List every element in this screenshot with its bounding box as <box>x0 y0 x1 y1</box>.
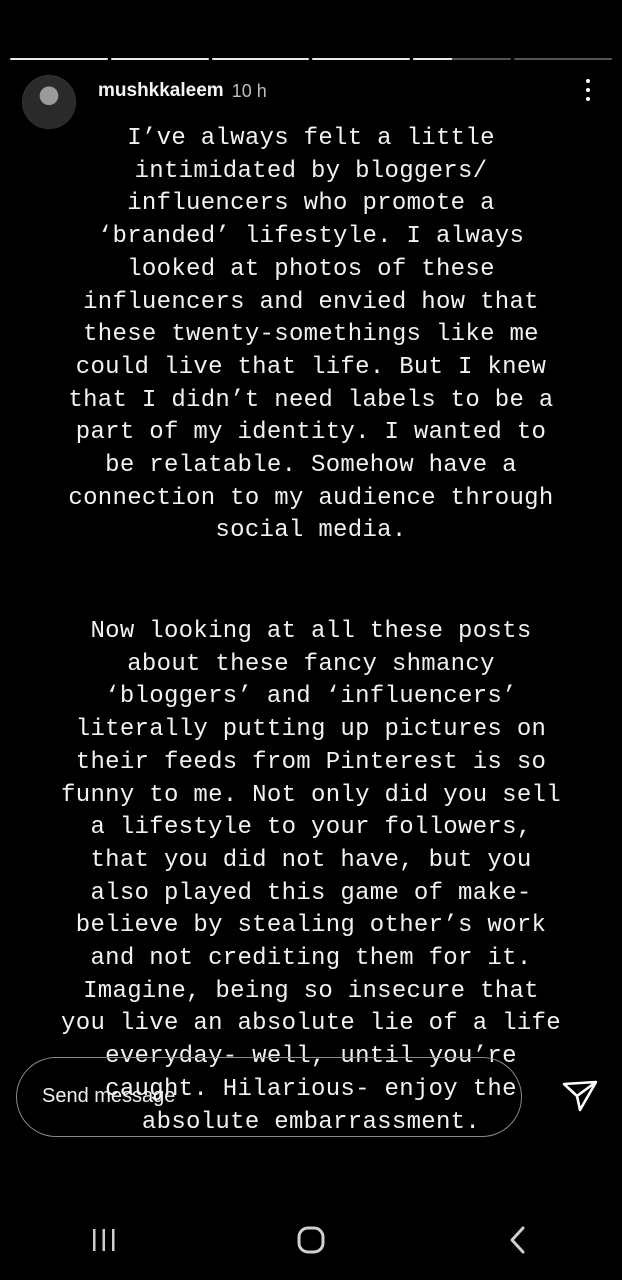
story-text-line: a lifestyle to your followers, <box>90 814 532 842</box>
story-text-line: also played this game of make- <box>90 879 532 907</box>
send-icon[interactable] <box>560 1076 600 1116</box>
story-text-line: ‘branded’ lifestyle. I always <box>97 223 525 251</box>
recent-apps-icon[interactable] <box>74 1220 134 1260</box>
story-text-line: could live that life. But I knew <box>75 353 547 381</box>
story-text-paragraph-1: I’ve always felt a little intimidated by … <box>0 123 622 548</box>
story-text-line: connection to my audience through <box>68 484 554 512</box>
story-text-line: influencers and envied how that <box>83 288 539 316</box>
story-timestamp: 10 h <box>231 80 267 101</box>
story-text-line: their feeds from Pinterest is so <box>75 748 547 776</box>
story-text-line: and not crediting them for it. <box>90 945 532 973</box>
story-text-line: looked at photos of these <box>127 255 495 283</box>
story-text-line: intimidated by bloggers/ <box>134 157 488 185</box>
story-text-line: Imagine, being so insecure that <box>83 977 539 1005</box>
home-icon[interactable] <box>281 1220 341 1260</box>
story-text-line: that you did not have, but you <box>90 846 532 874</box>
story-text-line: literally putting up pictures on <box>75 716 547 744</box>
story-text-line: ‘bloggers’ and ‘influencers’ <box>105 683 517 711</box>
story-text-line: part of my identity. I wanted to <box>75 419 547 447</box>
story-text-line: these twenty-somethings like me <box>83 321 539 349</box>
story-text-line: be relatable. Somehow have a <box>105 452 517 480</box>
story-header: mushkkaleem 10 h <box>22 75 600 130</box>
story-progress-segment <box>312 58 411 60</box>
more-vertical-icon[interactable] <box>576 72 600 108</box>
username[interactable]: mushkkaleem <box>98 80 224 102</box>
story-text-line: funny to me. Not only did you sell <box>61 781 561 809</box>
story-progress-segment <box>10 58 108 60</box>
send-message-placeholder: Send message <box>42 1085 176 1107</box>
system-navigation-bar <box>0 1200 622 1280</box>
story-text-line: about these fancy shmancy <box>127 650 495 678</box>
story-progress-bar <box>10 58 612 60</box>
story-progress-segment <box>110 58 209 60</box>
story-text-line: I’ve always felt a little <box>127 125 495 152</box>
avatar[interactable] <box>22 75 76 129</box>
story-text-line: influencers who promote a <box>127 190 495 218</box>
story-progress-segment <box>211 58 310 60</box>
back-icon[interactable] <box>488 1220 548 1260</box>
story-text-line: believe by stealing other’s work <box>75 912 547 940</box>
story-progress-segment-current <box>413 58 512 60</box>
story-text-line: social media. <box>215 517 407 545</box>
story-progress-segment <box>514 58 612 60</box>
story-text-line: Now looking at all these posts <box>90 618 532 645</box>
story-text-line: that I didn’t need labels to be a <box>68 386 554 414</box>
story-text-line: you live an absolute lie of a life <box>61 1010 561 1038</box>
